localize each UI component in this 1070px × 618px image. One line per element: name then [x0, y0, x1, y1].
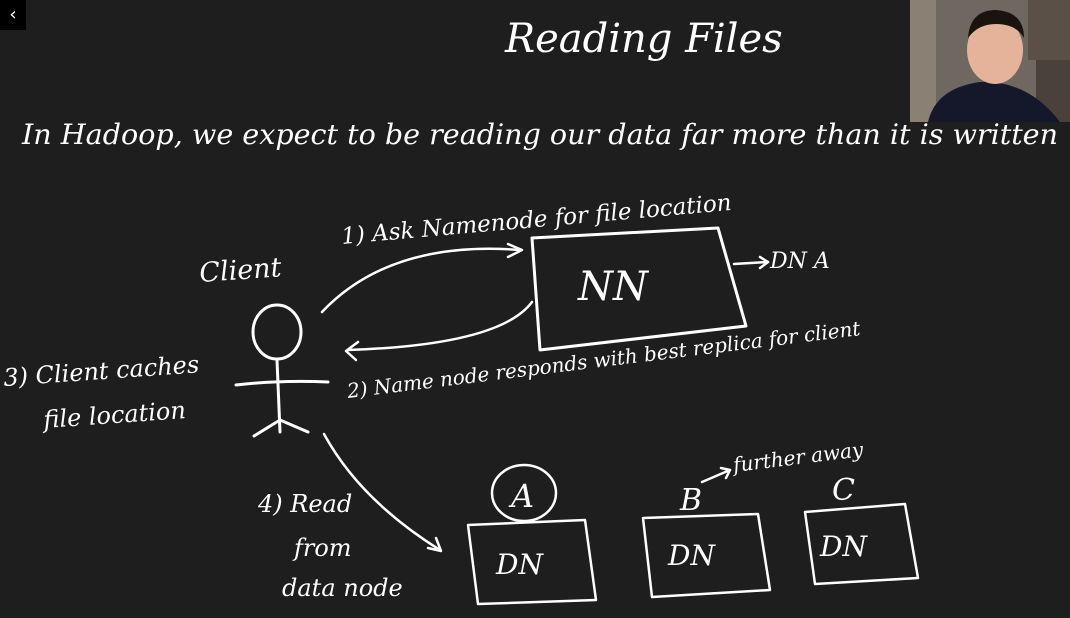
datanode-c-replica: C: [832, 473, 855, 508]
datanode-a-replica: A: [508, 477, 534, 515]
namenode-side-label: DN A: [769, 249, 830, 274]
chevron-left-icon: ‹: [9, 4, 17, 25]
title: Reading Files: [504, 16, 783, 62]
datanode-b-label: DN: [667, 539, 716, 572]
datanode-b-note: further away: [730, 437, 865, 477]
arrow-request-icon: [320, 242, 524, 314]
arrow-response-icon: [344, 300, 534, 362]
presenter-webcam-icon: [910, 0, 1070, 122]
further-away-arrow-icon: [700, 466, 732, 484]
namenode-side-arrow-icon: [732, 255, 770, 270]
datanode-b: B DN: [641, 483, 772, 599]
datanode-c-label: DN: [819, 530, 868, 563]
step1-label: 1) Ask Namenode for file location: [340, 190, 732, 250]
subtitle: In Hadoop, we expect to be reading our d…: [21, 118, 1058, 151]
namenode-box: NN: [530, 226, 748, 352]
step4-label-line2: from: [292, 534, 352, 562]
namenode-label: NN: [577, 264, 650, 310]
back-button[interactable]: ‹: [0, 0, 26, 30]
datanode-a: A DN: [466, 463, 598, 606]
datanode-a-label: DN: [495, 548, 544, 581]
client-label: Client: [198, 252, 282, 289]
presenter-webcam: [910, 0, 1070, 122]
datanode-c: C DN: [803, 473, 920, 586]
step3-label-line1: 3) Client caches: [2, 350, 200, 392]
step3-label-line2: file location: [40, 396, 186, 434]
step4-label-line1: 4) Read: [257, 490, 352, 518]
step2-label: 2) Name node responds with best replica …: [345, 316, 863, 403]
step4-label-line3: data node: [282, 574, 403, 602]
datanode-b-replica: B: [679, 483, 702, 518]
client-stick-figure-icon: [234, 303, 330, 438]
